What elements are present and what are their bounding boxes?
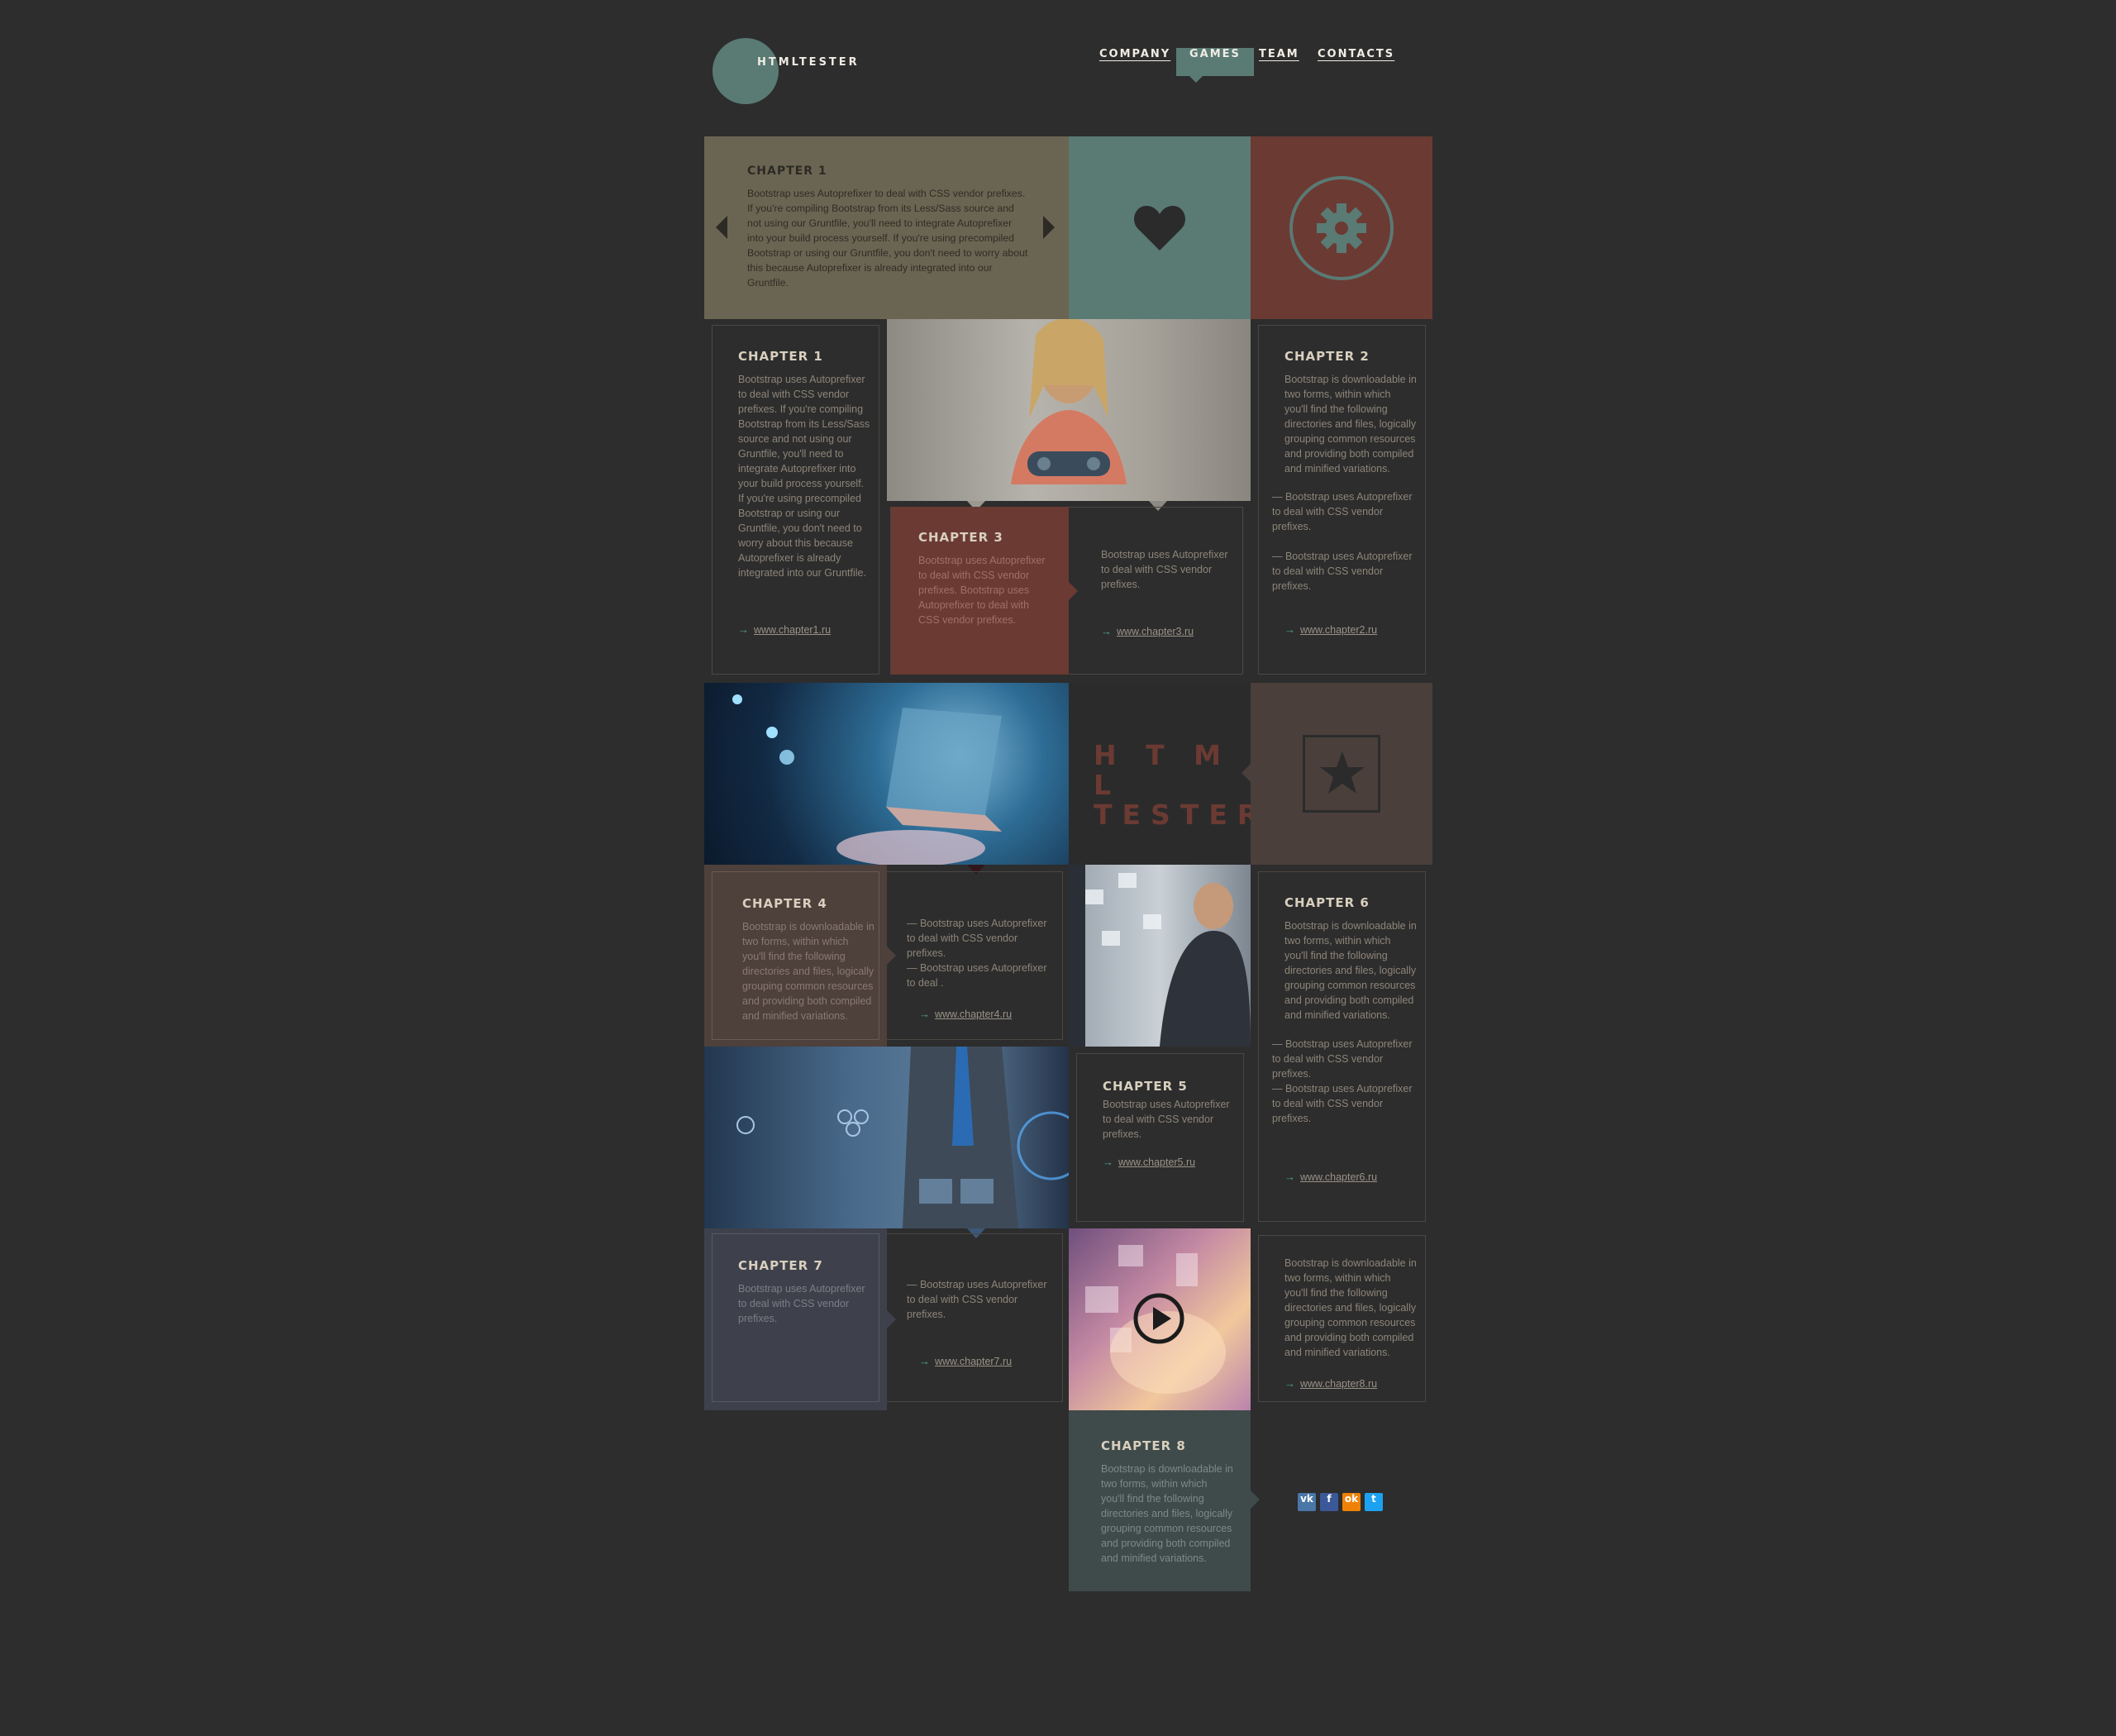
brand-text-block: H T M L TESTER	[1069, 683, 1258, 865]
arrow-right-icon: →	[919, 1355, 930, 1367]
chapter6-card: CHAPTER 6 Bootstrap is downloadable in t…	[1258, 871, 1426, 1222]
chapter4-pointer	[887, 947, 896, 965]
chapter7-pointer	[887, 1310, 896, 1328]
video-thumbnail[interactable]	[1069, 1228, 1251, 1410]
chapter1-title: CHAPTER 1	[738, 349, 823, 364]
heart-icon	[1134, 206, 1185, 250]
chapter7-title: CHAPTER 7	[738, 1258, 823, 1273]
chapter8-text: Bootstrap is downloadable in two forms, …	[1101, 1463, 1233, 1564]
star-frame	[1303, 735, 1380, 813]
business-tech-photo	[704, 1047, 1069, 1228]
nav-team[interactable]: TEAM	[1259, 48, 1299, 76]
chapter2-text: Bootstrap is downloadable in two forms, …	[1284, 374, 1417, 475]
chapter4-item-2: — Bootstrap uses Autoprefixer to deal .	[907, 962, 1047, 989]
vk-icon[interactable]: vk	[1298, 1493, 1316, 1511]
hero-text: Bootstrap uses Autoprefixer to deal with…	[747, 188, 1028, 289]
hero-slider: CHAPTER 1 Bootstrap uses Autoprefixer to…	[704, 136, 1069, 319]
chapter8-title: CHAPTER 8	[1101, 1438, 1186, 1453]
arrow-left-icon[interactable]	[716, 216, 727, 239]
nav-contacts[interactable]: CONTACTS	[1318, 48, 1394, 76]
chapter2-item-1: — Bootstrap uses Autoprefixer to deal wi…	[1272, 491, 1413, 532]
hero-settings-block[interactable]	[1251, 136, 1432, 319]
chapter1-card: CHAPTER 1 Bootstrap uses Autoprefixer to…	[712, 325, 879, 675]
gamer-photo	[887, 319, 1251, 501]
arrow-right-icon: →	[1284, 1377, 1295, 1390]
gamer-illustration	[1011, 319, 1127, 484]
chapter2-link[interactable]: www.chapter2.ru	[1300, 624, 1377, 636]
chapter1-link[interactable]: www.chapter1.ru	[754, 624, 831, 636]
play-icon[interactable]	[1132, 1292, 1185, 1345]
laptop-tech-photo	[704, 683, 1069, 865]
chapter1-text: Bootstrap uses Autoprefixer to deal with…	[738, 374, 870, 579]
arrow-right-icon[interactable]	[1043, 216, 1055, 239]
twitter-icon[interactable]: t	[1365, 1493, 1383, 1511]
chapter5-text: Bootstrap uses Autoprefixer to deal with…	[1103, 1099, 1230, 1140]
chapter4-fill: CHAPTER 4 Bootstrap is downloadable in t…	[704, 865, 887, 1047]
chapter6-text: Bootstrap is downloadable in two forms, …	[1284, 920, 1417, 1021]
star-block[interactable]	[1251, 683, 1432, 865]
arrow-right-icon: →	[1284, 623, 1295, 636]
arrow-right-icon: →	[1101, 625, 1112, 637]
businessman-illustration	[1069, 865, 1251, 1047]
chapter3-text: Bootstrap uses Autoprefixer to deal with…	[918, 555, 1046, 626]
nav-company[interactable]: COMPANY	[1099, 48, 1170, 76]
chapter3-fill: CHAPTER 3 Bootstrap uses Autoprefixer to…	[891, 507, 1069, 675]
chapter8-pointer	[1251, 1490, 1260, 1509]
businessman-touchscreen-photo	[1069, 865, 1251, 1047]
chapter6-item-2: — Bootstrap uses Autoprefixer to deal wi…	[1272, 1083, 1413, 1124]
star-pointer	[1241, 764, 1251, 782]
chapter3-pointer	[1069, 582, 1078, 600]
chapter4-link[interactable]: www.chapter4.ru	[935, 1009, 1012, 1020]
chapter4-title: CHAPTER 4	[742, 896, 827, 911]
chapter5-title: CHAPTER 5	[1103, 1079, 1188, 1094]
hero-title: CHAPTER 1	[747, 165, 827, 178]
chapter3-link[interactable]: www.chapter3.ru	[1117, 626, 1194, 637]
chapter8-side-card: Bootstrap is downloadable in two forms, …	[1258, 1235, 1426, 1402]
chapter4-text: Bootstrap is downloadable in two forms, …	[742, 921, 875, 1022]
chapter3-side-text: Bootstrap uses Autoprefixer to deal with…	[1101, 549, 1228, 590]
logo-circle[interactable]	[712, 38, 779, 104]
chapter7-fill: CHAPTER 7 Bootstrap uses Autoprefixer to…	[704, 1228, 887, 1410]
chapter2-title: CHAPTER 2	[1284, 349, 1370, 364]
chapter5-link[interactable]: www.chapter5.ru	[1118, 1157, 1195, 1168]
chapter4-item-1: — Bootstrap uses Autoprefixer to deal wi…	[907, 918, 1047, 959]
chapter8-link[interactable]: www.chapter8.ru	[1300, 1378, 1377, 1390]
chapter6-item-1: — Bootstrap uses Autoprefixer to deal wi…	[1272, 1038, 1413, 1080]
logo-text[interactable]: HTMLTESTER	[757, 56, 860, 69]
star-icon	[1320, 751, 1365, 794]
chapter6-title: CHAPTER 6	[1284, 895, 1370, 910]
chapter3-title: CHAPTER 3	[918, 530, 1003, 545]
arrow-right-icon: →	[1103, 1156, 1113, 1168]
chapter7-item-1: — Bootstrap uses Autoprefixer to deal wi…	[907, 1279, 1047, 1320]
chapter5-card: CHAPTER 5 Bootstrap uses Autoprefixer to…	[1076, 1053, 1244, 1222]
social-links: vk f ok t	[1298, 1491, 1387, 1511]
gear-icon	[1289, 176, 1394, 280]
chapter6-link[interactable]: www.chapter6.ru	[1300, 1171, 1377, 1183]
chapter2-item-2: — Bootstrap uses Autoprefixer to deal wi…	[1272, 551, 1413, 592]
chapter7-text: Bootstrap uses Autoprefixer to deal with…	[738, 1283, 865, 1324]
chapter8-card: CHAPTER 8 Bootstrap is downloadable in t…	[1069, 1410, 1251, 1591]
nav-games[interactable]: GAMES	[1176, 48, 1254, 83]
hero-heart-block[interactable]	[1069, 136, 1251, 319]
chapter7-link[interactable]: www.chapter7.ru	[935, 1356, 1012, 1367]
chapter8-side-text: Bootstrap is downloadable in two forms, …	[1284, 1257, 1417, 1358]
chapter2-card: CHAPTER 2 Bootstrap is downloadable in t…	[1258, 325, 1426, 675]
arrow-right-icon: →	[738, 623, 749, 636]
arrow-right-icon: →	[1284, 1171, 1295, 1183]
business-illustration	[736, 1047, 1069, 1228]
arrow-right-icon: →	[919, 1008, 930, 1020]
odnoklassniki-icon[interactable]: ok	[1342, 1493, 1361, 1511]
facebook-icon[interactable]: f	[1320, 1493, 1338, 1511]
brand-line-2: TESTER	[1094, 799, 1269, 831]
laptop-illustration	[732, 694, 1002, 865]
